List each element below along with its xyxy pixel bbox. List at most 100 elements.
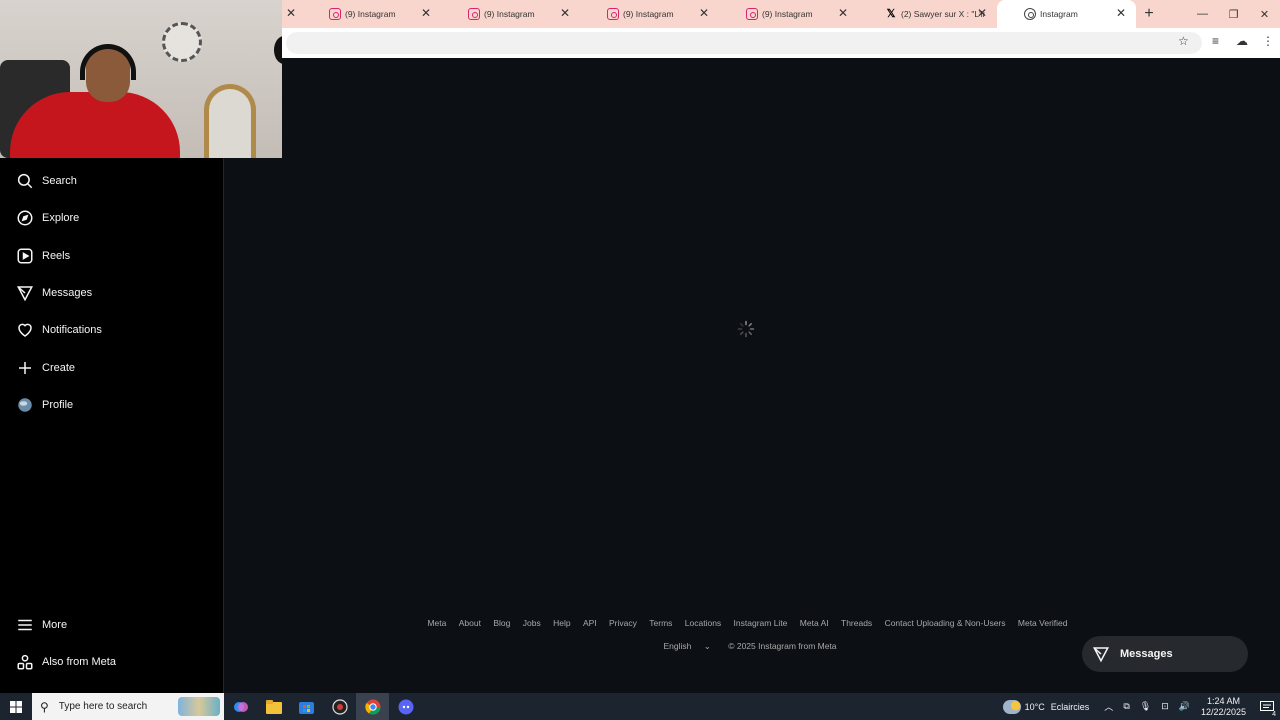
close-icon[interactable]: ✕ [699,6,709,20]
tab-label: (9) Instagram [623,9,674,19]
browser-tab-bar: ✕ (9) Instagram ✕ (9) Instagram ✕ (9) In… [282,0,1280,28]
close-icon[interactable]: ✕ [838,6,848,20]
sidebar-item-also-from-meta[interactable]: Also from Meta [0,647,224,677]
footer-link[interactable]: Meta AI [800,618,829,628]
sidebar-item-create[interactable]: Create [0,353,224,383]
heart-icon [16,321,34,339]
tab-partial[interactable]: ✕ [282,0,302,28]
media-control-icon[interactable]: ≡ [1212,34,1219,48]
weather-widget[interactable]: 10°C Eclaircies [1002,699,1090,714]
sidebar-item-label: Messages [42,287,93,299]
weather-desc: Eclaircies [1050,701,1090,712]
loading-spinner-icon [737,320,755,338]
sidebar-item-label: Create [42,362,76,374]
sidebar-item-search[interactable]: Search [0,166,224,196]
tab-label: (9) Instagram [345,9,396,19]
microphone-icon[interactable]: 🎙 [1140,701,1151,712]
footer-link[interactable]: About [459,618,481,628]
tab-instagram-active[interactable]: Instagram ✕ [997,0,1136,28]
copyright: © 2025 Instagram from Meta [728,641,837,651]
sidebar-item-messages[interactable]: Messages [0,278,224,308]
sidebar-item-profile[interactable]: Profile [0,390,224,420]
footer-link[interactable]: Blog [493,618,510,628]
close-icon[interactable]: ✕ [1116,6,1126,20]
footer-link[interactable]: Threads [841,618,872,628]
x-icon: 𝕏 [886,8,896,20]
new-tab-button[interactable]: + [1136,5,1162,23]
file-explorer-icon[interactable] [257,693,290,720]
taskbar-search-input[interactable]: ⚲ Type here to search [32,693,224,720]
sidebar-item-label: Profile [42,399,74,411]
footer-link[interactable]: Terms [649,618,672,628]
search-highlight-image [178,697,220,716]
wall-mirror [204,84,256,158]
tab-instagram-3[interactable]: (9) Instagram ✕ [580,0,719,28]
sidebar-item-label: Search [42,175,77,187]
tab-instagram-1[interactable]: (9) Instagram ✕ [302,0,441,28]
instagram-icon [746,8,758,20]
taskbar-clock[interactable]: 1:24 AM 12/22/2025 [1201,696,1246,718]
address-bar-row: ☆ ≡ ☁ ⋮ [282,28,1280,58]
language-select[interactable]: English ⌄ [658,641,715,651]
sidebar-item-more[interactable]: More [0,610,224,640]
volume-icon[interactable]: 🔊 [1179,701,1190,712]
footer-link[interactable]: Privacy [609,618,637,628]
browser-menu-icon[interactable]: ⋮ [1262,34,1274,48]
tab-instagram-2[interactable]: (9) Instagram ✕ [441,0,580,28]
profile-icon[interactable]: ☁ [1236,34,1248,48]
messages-label: Messages [1120,648,1173,660]
footer-link[interactable]: Instagram Lite [734,618,788,628]
sidebar-item-notifications[interactable]: Notifications [0,315,224,345]
main-content: Meta About Blog Jobs Help API Privacy Te… [225,58,1270,693]
footer-link[interactable]: Locations [685,618,721,628]
footer-link[interactable]: Contact Uploading & Non-Users [885,618,1006,628]
instagram-icon [1024,8,1036,20]
messages-floating-button[interactable]: Messages [1082,636,1248,672]
clock-date: 12/22/2025 [1200,706,1246,717]
network-icon[interactable]: ⊡ [1161,701,1169,712]
tab-instagram-4[interactable]: (9) Instagram ✕ [719,0,858,28]
instagram-icon [329,8,341,20]
copilot-app-icon[interactable] [224,693,257,720]
tab-label: (9) Instagram [484,9,535,19]
close-window-button[interactable]: ✕ [1249,0,1280,28]
close-icon[interactable]: ✕ [286,6,296,20]
sidebar-item-label: Notifications [42,324,102,336]
sidebar-item-explore[interactable]: Explore [0,203,224,233]
sidebar-item-label: Explore [42,212,80,224]
sidebar-item-label: Reels [42,250,71,262]
start-button[interactable] [0,693,32,720]
footer-link[interactable]: Jobs [523,618,541,628]
notification-center-button[interactable]: 4 [1254,693,1280,720]
tab-label: Instagram [1040,9,1078,19]
chrome-app-icon[interactable] [356,693,389,720]
footer-link[interactable]: Help [553,618,570,628]
close-icon[interactable]: ✕ [421,6,431,20]
address-input[interactable] [286,32,1202,54]
window-controls: — ❐ ✕ [1187,0,1280,28]
footer-link[interactable]: Meta Verified [1018,618,1068,628]
chevron-up-icon[interactable]: ︿ [1104,700,1113,713]
recording-app-icon[interactable] [323,693,356,720]
messages-icon [16,284,34,302]
system-tray: 10°C Eclaircies ︿ ⧉ 🎙 ⊡ 🔊 1:24 AM 12/22/… [1002,693,1280,720]
avatar-icon [16,396,34,414]
tab-x-sawyer[interactable]: 𝕏 (2) Sawyer sur X : "L'inspi ✕ [858,0,997,28]
bookmark-star-icon[interactable]: ☆ [1178,34,1189,48]
store-app-icon[interactable] [290,693,323,720]
messages-icon [1093,647,1109,663]
discord-app-icon[interactable] [389,693,422,720]
close-icon[interactable]: ✕ [560,6,570,20]
footer-link[interactable]: API [583,618,597,628]
tab-label: (9) Instagram [762,9,813,19]
footer-links: Meta About Blog Jobs Help API Privacy Te… [225,618,1270,628]
scrollbar[interactable] [1270,58,1280,693]
meet-now-icon[interactable]: ⧉ [1123,701,1129,712]
close-icon[interactable]: ✕ [977,6,987,20]
footer-link[interactable]: Meta [427,618,446,628]
restore-button[interactable]: ❐ [1218,0,1249,28]
instagram-icon [468,8,480,20]
clock-time: 1:24 AM [1206,695,1240,706]
minimize-button[interactable]: — [1187,0,1218,28]
sidebar-item-reels[interactable]: Reels [0,241,224,271]
